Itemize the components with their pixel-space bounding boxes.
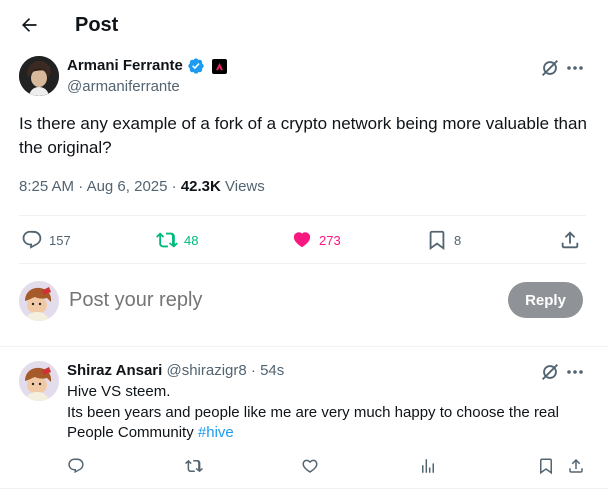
post-meta: 8:25 AM · Aug 6, 2025 · 42.3K Views bbox=[19, 177, 265, 197]
reply-line: People Community bbox=[67, 424, 198, 441]
reply-share-button[interactable] bbox=[567, 454, 585, 478]
affiliate-badge-icon bbox=[211, 58, 227, 74]
reply-count: 157 bbox=[49, 232, 71, 248]
meta-separator: · bbox=[78, 178, 84, 195]
share-button[interactable] bbox=[559, 226, 581, 254]
reply-time[interactable]: 54s bbox=[260, 362, 284, 379]
repost-icon bbox=[156, 232, 178, 248]
reply-reply-button[interactable] bbox=[67, 454, 85, 478]
more-icon bbox=[567, 370, 583, 374]
reply-icon bbox=[68, 458, 84, 474]
repost-count: 48 bbox=[184, 232, 199, 248]
post-actions: 157 48 273 8 bbox=[19, 226, 589, 254]
divider bbox=[19, 215, 586, 216]
more-button[interactable] bbox=[564, 57, 586, 79]
bookmark-icon bbox=[429, 230, 445, 251]
views-icon bbox=[422, 459, 434, 473]
reply-like-button[interactable] bbox=[301, 454, 319, 478]
reply-author-avatar[interactable] bbox=[19, 361, 59, 401]
repost-icon bbox=[185, 459, 203, 473]
author-handle[interactable]: @armaniferrante bbox=[67, 77, 180, 97]
like-button[interactable]: 273 bbox=[291, 226, 341, 254]
repost-button[interactable]: 48 bbox=[156, 226, 198, 254]
grok-button[interactable] bbox=[539, 57, 561, 79]
author-name-row: Armani Ferrante bbox=[67, 56, 227, 76]
more-icon bbox=[567, 66, 583, 70]
current-user-avatar bbox=[19, 281, 59, 321]
page-title: Post bbox=[75, 14, 119, 36]
arrow-left-icon bbox=[22, 18, 37, 32]
reply-bookmark-button[interactable] bbox=[537, 454, 555, 478]
author-name[interactable]: Armani Ferrante bbox=[67, 56, 183, 76]
views-count: 42.3K bbox=[180, 178, 221, 195]
reply-icon bbox=[22, 230, 42, 249]
divider bbox=[0, 488, 608, 489]
reply-repost-button[interactable] bbox=[185, 454, 203, 478]
post-time[interactable]: 8:25 AM bbox=[19, 178, 74, 195]
post-text: Is there any example of a fork of a cryp… bbox=[19, 114, 587, 157]
reply-line: Hive VS steem. bbox=[67, 383, 171, 400]
reply-header: Shiraz Ansari @shirazigr8 · 54s bbox=[67, 361, 284, 381]
reply-line-with-hashtag: People Community #hive bbox=[67, 423, 587, 444]
meta-separator: · bbox=[171, 178, 177, 195]
heart-icon bbox=[302, 459, 318, 473]
like-count: 273 bbox=[319, 232, 341, 248]
reply-grok-button[interactable] bbox=[539, 361, 561, 383]
back-button[interactable] bbox=[12, 8, 46, 42]
hashtag-link[interactable]: #hive bbox=[198, 424, 234, 441]
views-label: Views bbox=[225, 178, 265, 195]
share-icon bbox=[561, 231, 579, 249]
heart-icon bbox=[293, 232, 311, 248]
reply-input[interactable] bbox=[69, 285, 489, 315]
reply-button[interactable]: 157 bbox=[21, 226, 71, 254]
divider bbox=[19, 263, 586, 264]
grok-icon bbox=[542, 60, 558, 76]
verified-badge-icon bbox=[188, 58, 204, 74]
divider bbox=[0, 346, 608, 347]
reply-author-name[interactable]: Shiraz Ansari bbox=[67, 362, 162, 379]
reply-line: Its been years and people like me are ve… bbox=[67, 403, 559, 421]
reply-author-handle[interactable]: @shirazigr8 bbox=[166, 362, 246, 379]
post-date[interactable]: Aug 6, 2025 bbox=[87, 178, 168, 195]
meta-separator: · bbox=[250, 362, 256, 379]
share-icon bbox=[569, 458, 583, 473]
bookmark-icon bbox=[540, 458, 552, 475]
grok-icon bbox=[542, 364, 558, 380]
author-avatar[interactable] bbox=[19, 56, 59, 96]
bookmark-count: 8 bbox=[454, 232, 462, 248]
reply-text: Hive VS steem. Its been years and people… bbox=[67, 382, 587, 444]
reply-submit-button[interactable]: Reply bbox=[508, 282, 583, 318]
reply-views-button[interactable] bbox=[419, 454, 437, 478]
bookmark-button[interactable]: 8 bbox=[426, 226, 461, 254]
reply-more-button[interactable] bbox=[564, 361, 586, 383]
reply-actions bbox=[67, 454, 587, 478]
